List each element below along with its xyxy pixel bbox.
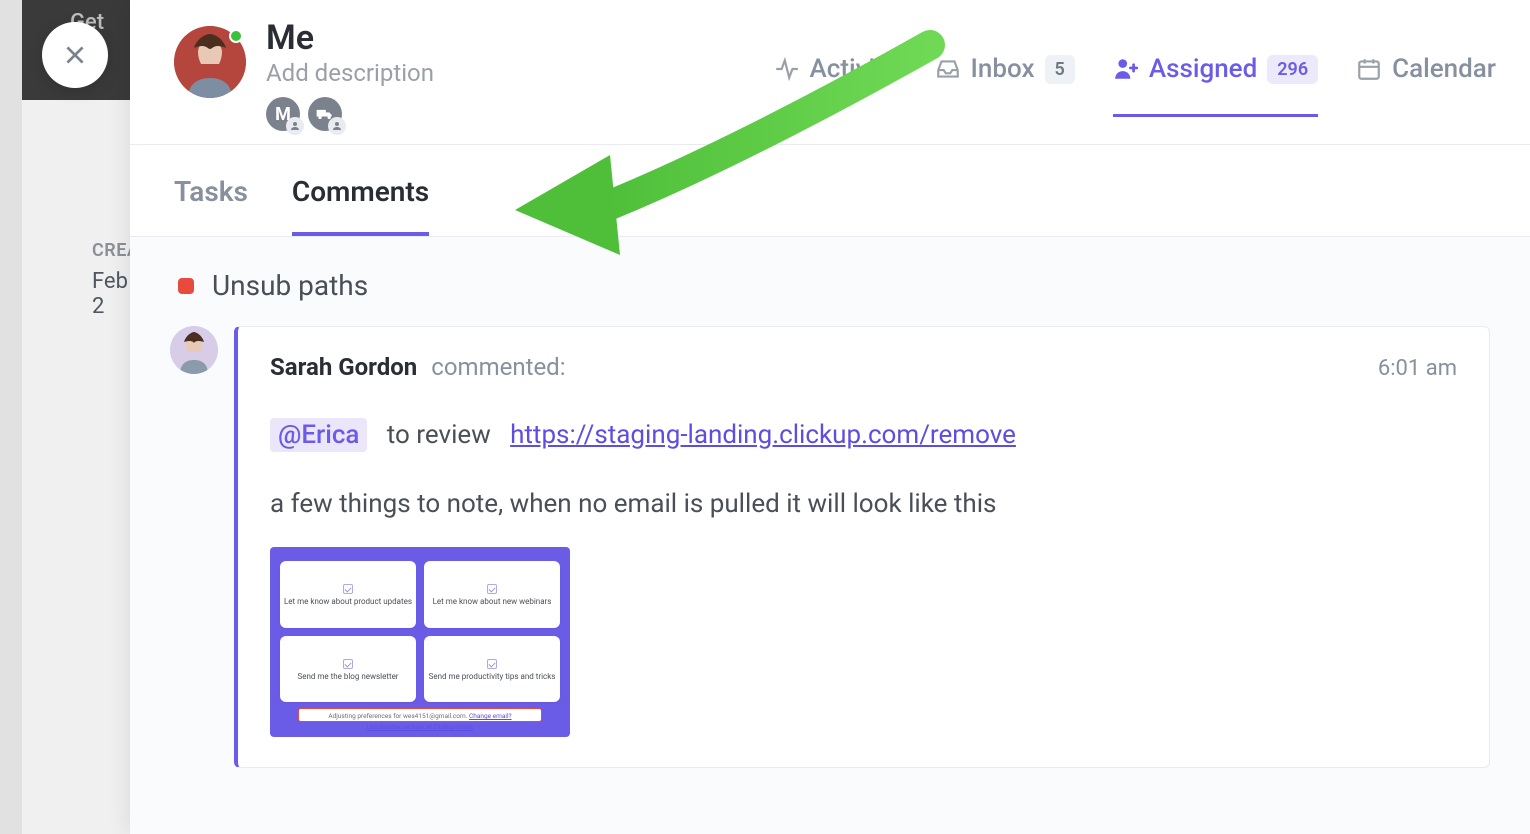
team-badge-truck[interactable]: [308, 97, 342, 131]
attachment-sublink: Unsubscribe me from all ClickUp emails: [280, 724, 560, 731]
activity-icon: [774, 56, 800, 82]
team-badges: M: [266, 97, 434, 131]
attach-card-3: Send me productivity tips and tricks: [424, 636, 560, 703]
comment-review-text: [374, 420, 380, 450]
nav-inbox-label: Inbox: [971, 54, 1035, 84]
comment-body: @Erica to review https://staging-landing…: [270, 415, 1457, 455]
task-row[interactable]: Unsub paths: [170, 265, 1490, 326]
background-panel: Get CREA Feb 2: [0, 0, 130, 834]
checkbox-icon: [343, 584, 353, 594]
comment-review-text-2: to review: [387, 420, 491, 450]
profile-name: Me: [266, 20, 434, 57]
comment-attachment[interactable]: Let me know about product updates Let me…: [270, 547, 570, 737]
nav-assigned-label: Assigned: [1149, 54, 1257, 84]
nav-calendar-label: Calendar: [1392, 54, 1496, 84]
panel-header: Me Add description M: [130, 0, 1530, 145]
nav-inbox[interactable]: Inbox 5: [935, 54, 1075, 117]
close-button[interactable]: [42, 22, 108, 88]
team-badge-m-sub-icon: [286, 117, 304, 135]
comment-block: Sarah Gordon commented: 6:01 am @Erica t…: [170, 326, 1490, 768]
checkbox-icon: [343, 659, 353, 669]
content-body: Unsub paths Sarah Gordon commented: 6:01…: [130, 237, 1530, 834]
inbox-icon: [935, 56, 961, 82]
comment-author: Sarah Gordon: [270, 353, 417, 381]
profile-description[interactable]: Add description: [266, 59, 434, 87]
nav-activity[interactable]: Activity: [774, 54, 897, 117]
team-badge-m[interactable]: M: [266, 97, 300, 131]
task-title: Unsub paths: [212, 269, 368, 302]
profile-meta: Me Add description M: [266, 20, 434, 131]
mention-erica[interactable]: @Erica: [270, 418, 367, 452]
attachment-footer-text: Adjusting preferences for wes4151@gmail.…: [328, 712, 469, 720]
nav-assigned-count: 296: [1267, 55, 1318, 84]
assigned-icon: [1113, 56, 1139, 82]
checkbox-icon: [487, 659, 497, 669]
header-nav: Activity Inbox 5 Assigned 296 Calendar: [774, 54, 1496, 117]
comment-link[interactable]: https://staging-landing.clickup.com/remo…: [510, 420, 1016, 450]
comment-verb: commented:: [431, 353, 565, 381]
nav-activity-label: Activity: [810, 54, 897, 84]
presence-indicator-icon: [229, 29, 243, 43]
task-status-icon: [178, 278, 194, 294]
comment-card: Sarah Gordon commented: 6:01 am @Erica t…: [234, 326, 1490, 768]
attach-card-1: Let me know about new webinars: [424, 561, 560, 628]
tab-comments[interactable]: Comments: [292, 175, 429, 236]
attach-card-0: Let me know about product updates: [280, 561, 416, 628]
attachment-grid: Let me know about product updates Let me…: [280, 561, 560, 702]
calendar-icon: [1356, 56, 1382, 82]
nav-assigned[interactable]: Assigned 296: [1113, 54, 1318, 117]
comment-author-avatar[interactable]: [170, 326, 218, 374]
content-tabs: Tasks Comments: [130, 145, 1530, 237]
main-panel: Me Add description M: [130, 0, 1530, 834]
team-badge-truck-sub-icon: [328, 117, 346, 135]
comment-timestamp: 6:01 am: [1378, 356, 1457, 381]
nav-calendar[interactable]: Calendar: [1356, 54, 1496, 117]
close-icon: [62, 42, 88, 68]
comment-note: a few things to note, when no email is p…: [270, 489, 1457, 519]
profile-avatar-wrap[interactable]: [174, 26, 246, 98]
attachment-footer: Adjusting preferences for wes4151@gmail.…: [298, 708, 542, 722]
checkbox-icon: [487, 584, 497, 594]
attach-card-2: Send me the blog newsletter: [280, 636, 416, 703]
comment-head: Sarah Gordon commented: 6:01 am: [270, 353, 1457, 381]
attachment-footer-link: Change email?: [469, 712, 512, 720]
nav-inbox-count: 5: [1045, 55, 1075, 84]
tab-tasks[interactable]: Tasks: [174, 175, 248, 236]
attachment-footer-wrap: Adjusting preferences for wes4151@gmail.…: [280, 702, 560, 731]
